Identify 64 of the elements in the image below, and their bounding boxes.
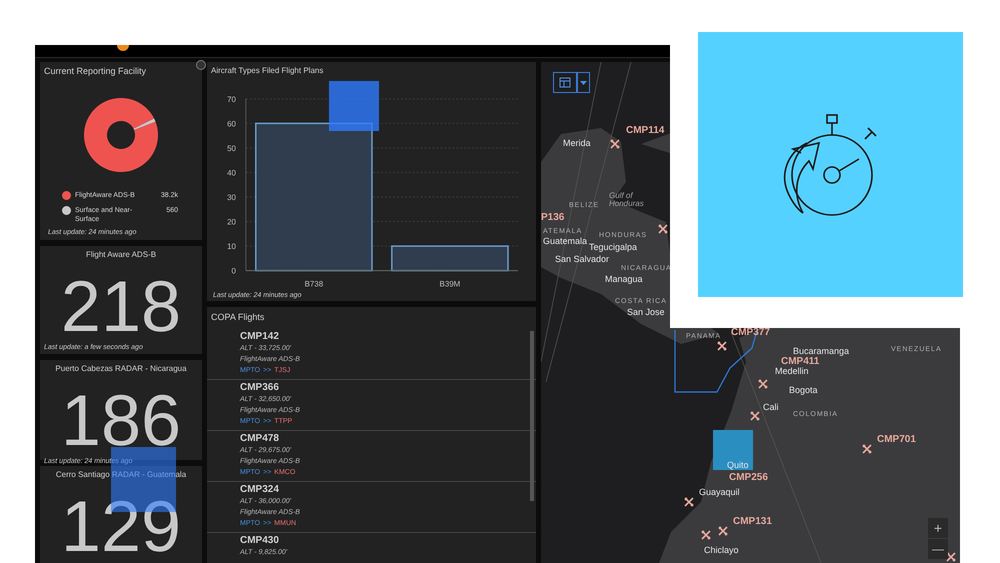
plane-icon bbox=[701, 530, 711, 540]
y-tick-label: 10 bbox=[227, 242, 236, 252]
y-tick-label: 30 bbox=[227, 193, 236, 202]
logo-icon bbox=[117, 45, 129, 51]
counter-value: 129 bbox=[60, 491, 182, 563]
map-label: CMP411 bbox=[781, 357, 820, 367]
plane-icon bbox=[717, 341, 727, 351]
plane-icon bbox=[684, 497, 694, 507]
map-label: Quito bbox=[727, 461, 749, 470]
map-label: Medellin bbox=[775, 367, 809, 376]
map-label: CMP114 bbox=[626, 126, 664, 136]
counter-title: Puerto Cabezas RADAR - Nicaragua bbox=[55, 363, 187, 375]
y-tick-label: 70 bbox=[227, 94, 236, 104]
layers-icon bbox=[559, 77, 571, 88]
map-label: Tegucigalpa bbox=[589, 243, 638, 252]
counter-value: 218 bbox=[60, 271, 182, 343]
map-label: Bogota bbox=[789, 386, 818, 395]
map-label: Merida bbox=[563, 139, 591, 148]
scrollbar[interactable] bbox=[530, 331, 534, 501]
plane-icon bbox=[758, 379, 768, 389]
flight-callsign: CMP430 bbox=[240, 534, 280, 546]
plane-icon bbox=[862, 444, 872, 454]
map-label: Guatemala bbox=[543, 237, 588, 246]
highlight-square bbox=[329, 81, 379, 131]
counter-value: 186 bbox=[60, 385, 182, 457]
map-label: Gulf of Honduras bbox=[609, 192, 645, 208]
zoom-out-button[interactable]: — bbox=[928, 539, 948, 559]
map-label: Cali bbox=[763, 403, 779, 412]
y-tick-label: 20 bbox=[227, 218, 236, 227]
map-label: San Jose bbox=[627, 308, 665, 317]
plane-icon bbox=[658, 224, 668, 234]
counter-title: Flight Aware ADS-B bbox=[86, 249, 156, 261]
flight-callsign: CMP366 bbox=[240, 382, 280, 394]
flight-callsign: CMP324 bbox=[240, 484, 280, 496]
zoom-in-button[interactable]: + bbox=[928, 518, 948, 538]
map-label: San Salvador bbox=[555, 255, 610, 264]
x-tick-label: B39M bbox=[440, 280, 460, 289]
map-label: Managua bbox=[605, 275, 643, 284]
y-tick-label: 50 bbox=[227, 144, 236, 153]
flight-callsign: CMP142 bbox=[240, 330, 280, 342]
dropdown-button[interactable] bbox=[577, 72, 590, 93]
x-tick-label: B738 bbox=[304, 280, 324, 289]
map-label: CMP701 bbox=[877, 435, 916, 445]
highlight-square bbox=[713, 430, 753, 470]
plane-icon bbox=[610, 139, 620, 149]
y-tick-label: 40 bbox=[227, 168, 236, 178]
panel-title: Current Reporting Facility bbox=[44, 65, 148, 78]
map-label: P136 bbox=[541, 213, 564, 223]
map-label: CMP131 bbox=[733, 517, 772, 527]
y-tick-label: 0 bbox=[232, 266, 236, 276]
map-label: Chiclayo bbox=[704, 546, 739, 555]
y-tick-label: 60 bbox=[227, 119, 236, 128]
map-label: CMP256 bbox=[729, 473, 768, 483]
plane-icon bbox=[946, 552, 956, 562]
map-label: Guayaquil bbox=[699, 488, 740, 497]
panel-title: Aircraft Types Filed Flight Plans bbox=[210, 65, 324, 77]
caret-icon bbox=[580, 80, 587, 84]
panel-title: COPA Flights bbox=[210, 311, 266, 324]
plane-icon bbox=[750, 411, 760, 421]
map-label: Bucaramanga bbox=[793, 347, 850, 356]
expand-icon[interactable] bbox=[196, 60, 206, 70]
layer-widget-button[interactable] bbox=[553, 72, 577, 93]
plane-icon bbox=[718, 526, 728, 536]
flight-callsign: CMP478 bbox=[240, 432, 280, 444]
